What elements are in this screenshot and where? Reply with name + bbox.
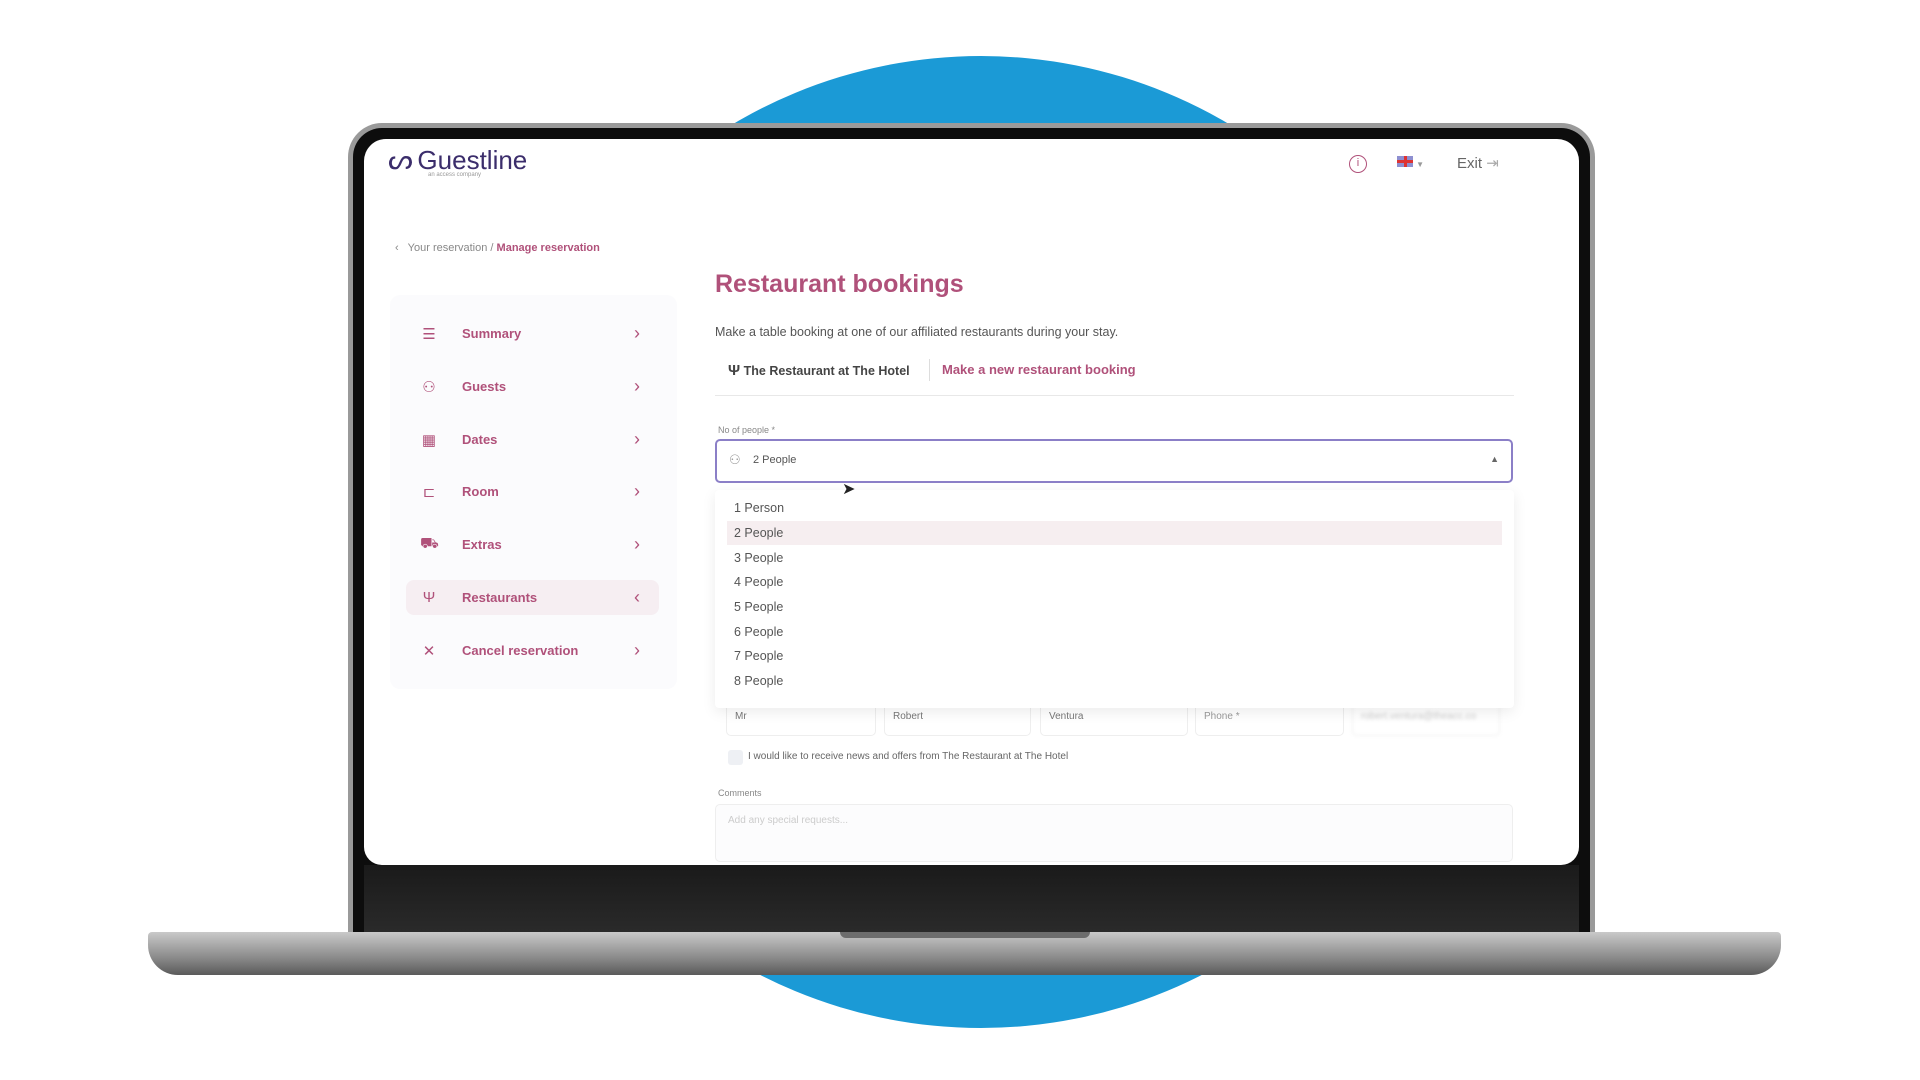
exit-label: Exit	[1457, 155, 1483, 172]
sidebar-item-room[interactable]: ⊏ Room ›	[406, 474, 659, 509]
calendar-icon: ▦	[421, 431, 437, 449]
sidebar-item-summary[interactable]: ☰ Summary ›	[406, 316, 659, 351]
sidebar-item-extras[interactable]: ⛟ Extras ›	[406, 527, 659, 562]
breadcrumb-parent[interactable]: Your reservation	[408, 242, 488, 254]
option-8-people[interactable]: 8 People	[727, 669, 1502, 693]
bed-icon: ⊏	[422, 483, 436, 501]
sidebar-item-guests[interactable]: ⚇ Guests ›	[406, 369, 659, 404]
cart-icon: ⛟	[420, 535, 439, 552]
close-icon: ✕	[422, 642, 436, 660]
cutlery-icon: Ψ	[728, 362, 741, 379]
new-booking-link[interactable]: Make a new restaurant booking	[942, 362, 1136, 377]
exit-button[interactable]: Exit ⇥	[1457, 154, 1499, 172]
chevron-right-icon: ›	[634, 323, 640, 343]
logo-text: Guestline	[417, 145, 528, 175]
people-select-value: 2 People	[753, 454, 797, 466]
sidebar-item-label: Guests	[462, 379, 507, 394]
sidebar-item-label: Room	[462, 484, 499, 499]
restaurant-tab-label: The Restaurant at The Hotel	[743, 364, 910, 378]
summary-list-icon: ☰	[422, 325, 436, 343]
option-3-people[interactable]: 3 People	[727, 546, 1502, 570]
logo-mark-icon: ᔕ	[388, 144, 413, 175]
divider	[715, 395, 1514, 396]
people-select[interactable]: ⚇ 2 People ▲	[715, 439, 1513, 483]
tab-restaurant[interactable]: Ψ The Restaurant at The Hotel	[728, 362, 910, 379]
newsletter-checkbox[interactable]	[728, 750, 743, 765]
option-5-people[interactable]: 5 People	[727, 595, 1502, 619]
chevron-up-icon: ▲	[1490, 454, 1499, 464]
cutlery-icon: Ψ	[422, 589, 436, 606]
sidebar-item-cancel-reservation[interactable]: ✕ Cancel reservation ›	[406, 633, 659, 668]
laptop-keyboard	[364, 865, 1579, 932]
laptop-base	[148, 932, 1781, 975]
exit-icon: ⇥	[1486, 155, 1499, 172]
sidebar-item-label: Restaurants	[462, 590, 538, 605]
comments-textarea[interactable]: Add any special requests...	[715, 804, 1513, 862]
option-1-person[interactable]: 1 Person	[727, 496, 1502, 520]
chevron-right-icon: ›	[634, 534, 640, 554]
newsletter-label: I would like to receive news and offers …	[748, 751, 1069, 762]
uk-flag-icon	[1397, 156, 1413, 167]
sidebar-item-label: Dates	[462, 432, 498, 447]
tab-separator	[929, 359, 930, 381]
sidebar-item-label: Cancel reservation	[462, 643, 579, 658]
people-label: No of people *	[718, 425, 776, 435]
sidebar-item-restaurants[interactable]: Ψ Restaurants ‹	[406, 580, 659, 615]
option-2-people[interactable]: 2 People	[727, 521, 1502, 545]
info-icon[interactable]: i	[1349, 155, 1367, 173]
option-4-people[interactable]: 4 People	[727, 570, 1502, 594]
chevron-right-icon: ›	[634, 376, 640, 396]
sidebar: ☰ Summary › ⚇ Guests › ▦ Dates › ⊏ Room › ⛟ Extra…	[390, 295, 677, 689]
page-description: Make a table booking at one of our affil…	[715, 325, 1119, 339]
chevron-left-icon: ‹	[634, 587, 640, 607]
chevron-down-icon: ▼	[1416, 160, 1424, 169]
back-chevron-icon[interactable]: ‹	[395, 242, 399, 254]
laptop-screen: ᔕ Guestline an access company i ▼ Exit ⇥…	[364, 139, 1579, 865]
option-6-people[interactable]: 6 People	[727, 620, 1502, 644]
comments-label: Comments	[718, 788, 762, 798]
breadcrumb-current: Manage reservation	[496, 242, 600, 254]
person-icon: ⚇	[729, 452, 741, 467]
people-dropdown: 1 Person 2 People 3 People 4 People 5 Pe…	[715, 490, 1514, 708]
guests-icon: ⚇	[422, 378, 436, 396]
sidebar-item-dates[interactable]: ▦ Dates ›	[406, 422, 659, 457]
chevron-right-icon: ›	[634, 640, 640, 660]
sidebar-item-label: Extras	[462, 537, 502, 552]
mouse-cursor-icon: ➤	[842, 481, 856, 498]
breadcrumb: ‹ Your reservation / Manage reservation	[395, 242, 600, 254]
sidebar-item-label: Summary	[462, 326, 522, 341]
comments-placeholder: Add any special requests...	[728, 815, 849, 826]
page-title: Restaurant bookings	[715, 270, 964, 298]
logo[interactable]: ᔕ Guestline an access company	[388, 143, 527, 178]
laptop-notch	[840, 932, 1090, 938]
option-7-people[interactable]: 7 People	[727, 644, 1502, 668]
breadcrumb-separator: /	[490, 242, 494, 254]
chevron-right-icon: ›	[634, 481, 640, 501]
chevron-right-icon: ›	[634, 429, 640, 449]
language-selector[interactable]: ▼	[1397, 156, 1424, 170]
